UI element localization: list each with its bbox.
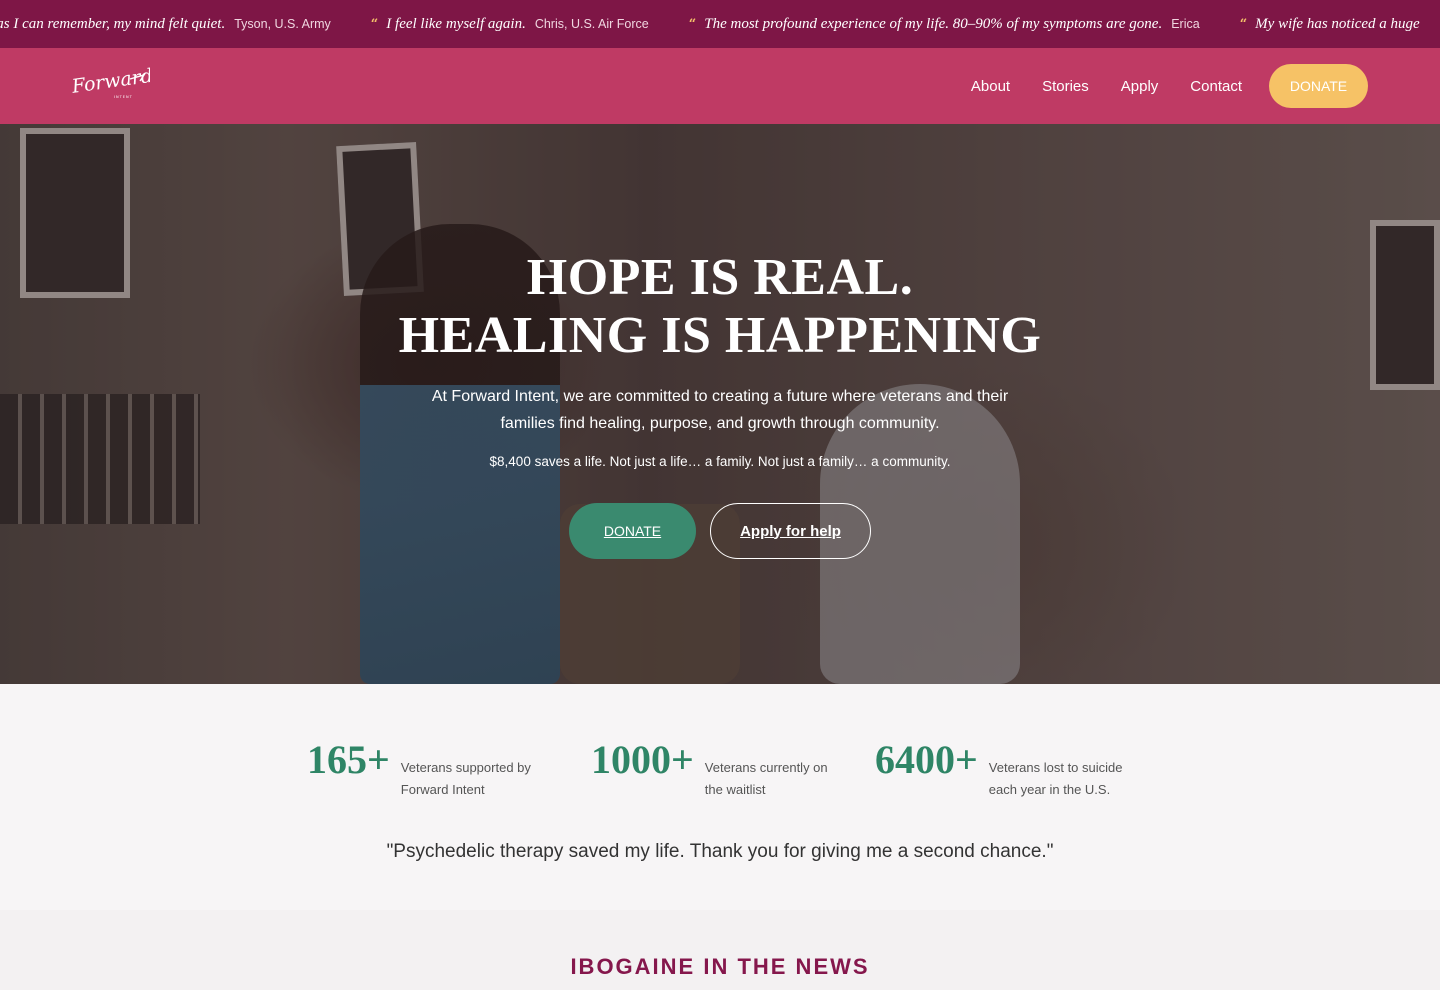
ticker-item: ong as I can remember, my mind felt quie… <box>0 16 331 33</box>
stat-item: 1000+ Veterans currently on the waitlist <box>591 738 845 801</box>
nav-about[interactable]: About <box>971 78 1010 95</box>
quote-mark-icon: “ <box>370 16 379 32</box>
hero-subtitle: At Forward Intent, we are committed to c… <box>431 388 1009 432</box>
stat-label: Veterans lost to suicide each year in th… <box>988 760 1123 797</box>
quote-mark-icon: “ <box>1239 16 1248 32</box>
hero-title: HOPE IS REAL. HEALING IS HAPPENING <box>0 249 1440 365</box>
apply-for-help-button[interactable]: Apply for help <box>710 503 871 559</box>
ticker-item: “ I feel like myself again. Chris, U.S. … <box>371 16 649 33</box>
news-section-title: IBOGAINE IN THE NEWS <box>570 954 870 979</box>
quote-mark-icon: “ <box>688 16 697 32</box>
ticker-author: Chris, U.S. Air Force <box>534 16 649 31</box>
ticker-quote: I feel like myself again. <box>386 15 526 32</box>
stat-label: Veterans supported by Forward Intent <box>400 760 531 797</box>
ticker-author: Erica <box>1171 16 1200 31</box>
stat-number: 165+ <box>307 737 390 782</box>
stat-number: 1000+ <box>591 737 694 782</box>
hero-donate-button[interactable]: DONATE <box>569 503 696 559</box>
logo-text: Forward <box>70 65 150 98</box>
hero-section: HOPE IS REAL. HEALING IS HAPPENING At Fo… <box>0 124 1440 684</box>
ticker-item: “ My wife has noticed a huge <box>1240 16 1429 33</box>
forward-intent-logo[interactable]: Forward INTENT <box>70 65 150 105</box>
site-header: Forward INTENT About Stories Apply Conta… <box>0 48 1440 124</box>
ticker-quote: ong as I can remember, my mind felt quie… <box>0 15 226 32</box>
ticker-track: ong as I can remember, my mind felt quie… <box>0 0 1440 48</box>
stats-section: 165+ Veterans supported by Forward Inten… <box>0 684 1440 910</box>
hero-note: $8,400 saves a life. Not just a life… a … <box>489 454 951 469</box>
logo-sub: INTENT <box>114 95 133 99</box>
nav-contact[interactable]: Contact <box>1190 78 1242 95</box>
stat-item: 6400+ Veterans lost to suicide each year… <box>875 738 1129 801</box>
testimonial-quote: "Psychedelic therapy saved my life. Than… <box>386 841 1054 862</box>
hero-title-line2: HEALING IS HAPPENING <box>398 307 1042 364</box>
stat-number: 6400+ <box>875 737 978 782</box>
ticker-item: “ The most profound experience of my lif… <box>689 16 1200 33</box>
ticker-quote: The most profound experience of my life.… <box>704 15 1163 32</box>
ticker-quote: My wife has noticed a huge <box>1255 15 1420 32</box>
main-nav: About Stories Apply Contact DONATE <box>971 64 1368 108</box>
ticker-author: Tyson, U.S. Army <box>234 16 331 31</box>
stat-label: Veterans currently on the waitlist <box>704 760 828 797</box>
stat-item: 165+ Veterans supported by Forward Inten… <box>307 738 541 801</box>
news-section: IBOGAINE IN THE NEWS <box>0 910 1440 990</box>
nav-apply[interactable]: Apply <box>1121 78 1159 95</box>
nav-stories[interactable]: Stories <box>1042 78 1089 95</box>
hero-title-line1: HOPE IS REAL. <box>526 249 914 306</box>
header-donate-button[interactable]: DONATE <box>1269 64 1368 108</box>
testimonial-ticker: ong as I can remember, my mind felt quie… <box>0 0 1440 48</box>
